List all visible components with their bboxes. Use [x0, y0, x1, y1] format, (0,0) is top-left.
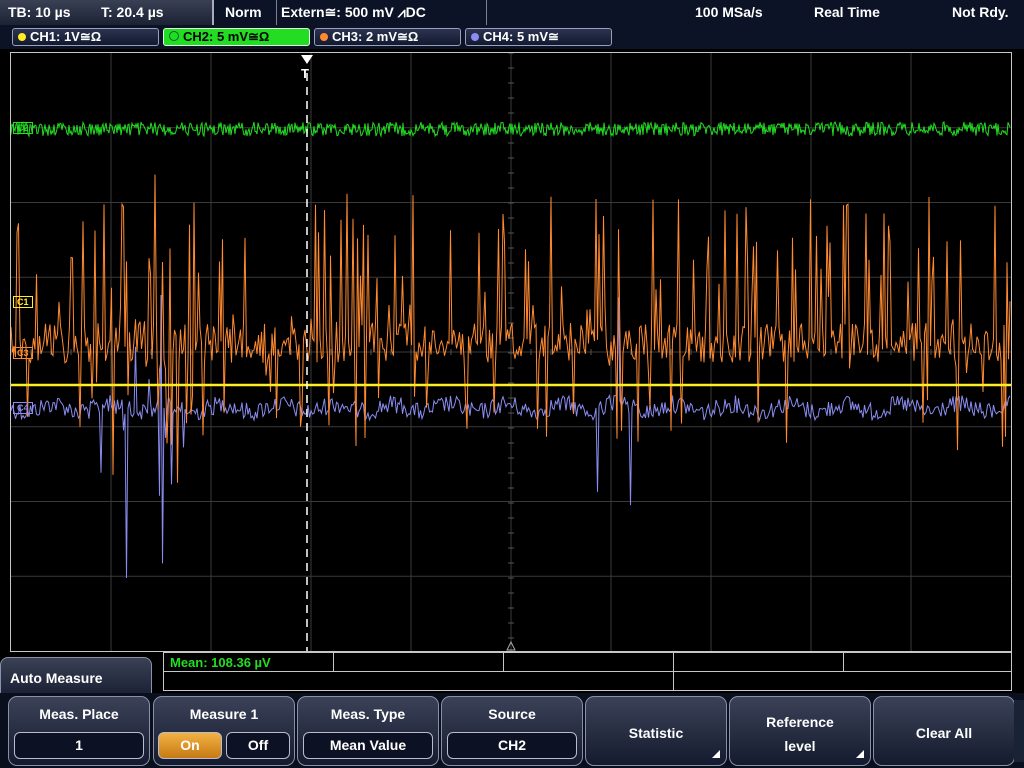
measure-off-toggle[interactable]: Off [226, 732, 290, 759]
trigger-mode-label[interactable]: Norm [225, 4, 262, 20]
reference-level-softkey[interactable]: Reference level [729, 696, 871, 766]
meas-type-softkey[interactable]: Meas. Type Mean Value [297, 696, 439, 766]
ch1-color-icon [18, 33, 26, 41]
submenu-arrow-icon [712, 750, 720, 758]
channel-label: CH4: 5 mV≅ [483, 29, 559, 44]
softkey-title: Source [488, 706, 536, 722]
menu-title: Auto Measure [10, 670, 103, 686]
channel-tab-ch2[interactable]: CH2: 5 mV≅Ω [163, 28, 310, 46]
ch2-offset-marker[interactable]: C2 [13, 122, 33, 134]
channel-label: CH3: 2 mV≅Ω [332, 29, 419, 44]
channel-label: CH1: 1V≅Ω [30, 29, 102, 44]
softkey-title: Meas. Place [39, 706, 119, 722]
ch3-color-icon [320, 33, 328, 41]
ch4-color-icon [471, 33, 479, 41]
menu-title-tab: Auto Measure [0, 657, 152, 697]
softkey-label: Statistic [628, 725, 684, 741]
ch2-color-icon [169, 31, 179, 41]
meas-place-value[interactable]: 1 [14, 732, 144, 759]
meas-place-softkey[interactable]: Meas. Place 1 [8, 696, 150, 766]
clear-all-softkey[interactable]: Clear All [873, 696, 1015, 766]
channel-tab-ch4[interactable]: CH4: 5 mV≅ [465, 28, 612, 46]
channel-bar: CH1: 1V≅Ω CH2: 5 mV≅Ω CH3: 2 mV≅Ω CH4: 5… [0, 25, 1024, 49]
softkey-label: Clear All [915, 725, 973, 741]
measure-softkey[interactable]: Measure 1 On Off [153, 696, 295, 766]
status-bar: TB: 10 µs T: 20.4 µs Norm Extern≅: 500 m… [0, 0, 1024, 25]
statistic-softkey[interactable]: Statistic [585, 696, 727, 766]
timebase-label: TB: 10 µs [8, 4, 71, 20]
measurement-value: Mean: 108.36 µV [170, 655, 271, 670]
acquisition-mode-label: Real Time [814, 4, 880, 20]
meas-cell [674, 653, 844, 671]
acquisition-state-label: Not Rdy. [952, 4, 1009, 20]
side-edge [1014, 700, 1024, 762]
meas-type-value[interactable]: Mean Value [303, 732, 433, 759]
ch4-offset-marker[interactable]: C4 [13, 402, 33, 414]
trigger-source-label[interactable]: Extern≅: 500 mV ⩘DC [281, 4, 426, 21]
meas-cell [844, 653, 1013, 671]
softkey-bar: Meas. Place 1 Measure 1 On Off Meas. Typ… [0, 693, 1024, 768]
softkey-title: Meas. Type [330, 706, 406, 722]
source-softkey[interactable]: Source CH2 [441, 696, 583, 766]
timebase-box[interactable]: TB: 10 µs T: 20.4 µs [0, 0, 214, 25]
channel-tab-ch1[interactable]: CH1: 1V≅Ω [12, 28, 159, 46]
divider [164, 671, 1011, 672]
channel-label: CH2: 5 mV≅Ω [183, 29, 270, 44]
waveform-canvas [11, 53, 1011, 651]
softkey-title: Measure 1 [189, 706, 259, 722]
meas-cell: Mean: 108.36 µV [164, 653, 334, 671]
submenu-arrow-icon [856, 750, 864, 758]
divider [486, 0, 487, 25]
divider [276, 0, 277, 25]
sample-rate-label: 100 MSa/s [695, 4, 763, 20]
measure-on-toggle[interactable]: On [158, 732, 222, 759]
measurement-results: Mean: 108.36 µV [163, 652, 1012, 691]
meas-cell [334, 653, 504, 671]
softkey-label-line1: Reference [766, 714, 834, 730]
channel-tab-ch3[interactable]: CH3: 2 mV≅Ω [314, 28, 461, 46]
ch3-offset-marker[interactable]: C3 [13, 347, 33, 359]
trigger-position-marker[interactable]: T [301, 66, 309, 81]
ch1-offset-marker[interactable]: C1 [13, 296, 33, 308]
trigger-time-label: T: 20.4 µs [101, 4, 164, 20]
softkey-label-line2: level [784, 738, 816, 754]
waveform-display[interactable]: C2 C1 C3 C4 T [10, 52, 1012, 652]
source-value[interactable]: CH2 [447, 732, 577, 759]
meas-cell [504, 653, 674, 691]
